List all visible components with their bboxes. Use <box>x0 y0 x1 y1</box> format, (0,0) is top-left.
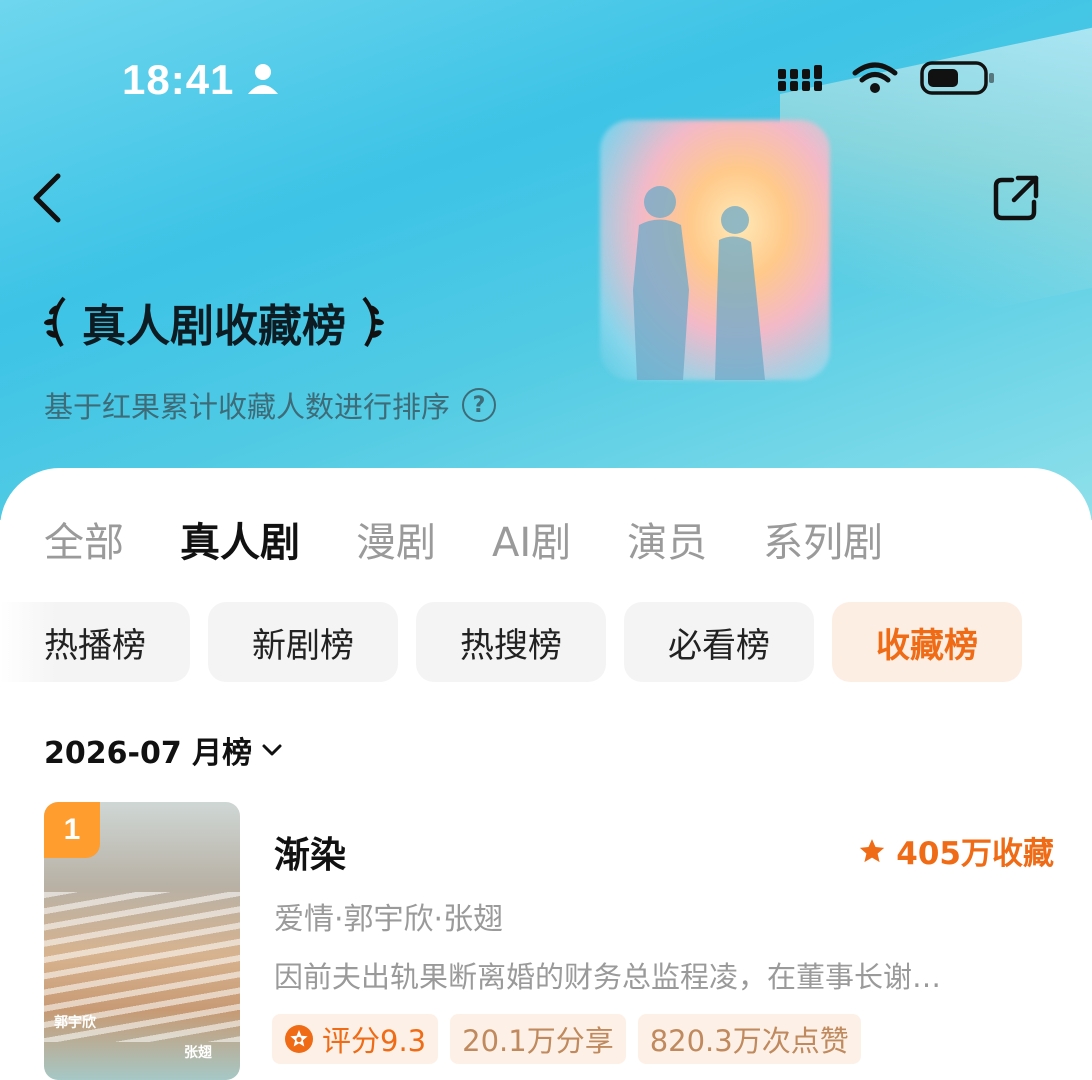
chip-new-drama[interactable]: 新剧榜 <box>208 602 398 682</box>
badge-star-icon <box>285 1025 313 1053</box>
page-subtitle: 基于红果累计收藏人数进行排序 <box>44 390 451 424</box>
collection-count: 405万收藏 <box>858 828 1054 873</box>
drama-description: 因前夫出轨果断离婚的财务总监程凌，在董事长谢… <box>274 960 942 994</box>
tab-series[interactable]: 系列剧 <box>763 510 883 568</box>
chip-hot-play[interactable]: 热播榜 <box>0 602 190 682</box>
hero-banner: 18:41 真人剧收藏榜 基于红果累计收藏人数进行排序 ? <box>0 0 1092 520</box>
ranking-chips: 热播榜 新剧榜 热搜榜 必看榜 收藏榜 <box>0 602 1040 682</box>
chip-must-watch[interactable]: 必看榜 <box>624 602 814 682</box>
title-row: 真人剧收藏榜 <box>40 290 388 354</box>
laurel-right-icon <box>362 296 384 348</box>
chevron-down-icon <box>262 744 282 756</box>
score-tag: 评分9.3 <box>272 1014 439 1064</box>
share-icon[interactable] <box>990 172 1042 224</box>
tab-ai-drama[interactable]: AI剧 <box>492 510 571 568</box>
poster-name-left: 郭宇欣 <box>54 1015 96 1031</box>
battery-icon <box>920 61 994 95</box>
share-count-tag: 20.1万分享 <box>450 1014 626 1064</box>
drama-title[interactable]: 渐染 <box>274 826 346 878</box>
score-text: 评分9.3 <box>322 1024 427 1058</box>
collection-text: 405万收藏 <box>896 836 1054 872</box>
star-icon <box>860 838 885 862</box>
drama-tags: 评分9.3 20.1万分享 820.3万次点赞 <box>272 1014 861 1064</box>
tab-all[interactable]: 全部 <box>44 510 124 568</box>
couple-silhouette <box>633 186 765 380</box>
period-selector[interactable]: 2026-07 月榜 <box>44 728 284 772</box>
chip-collections[interactable]: 收藏榜 <box>832 602 1022 682</box>
rank-badge: 1 <box>44 802 100 858</box>
poster-name-right: 张翅 <box>184 1045 212 1061</box>
chip-hot-search[interactable]: 热搜榜 <box>416 602 606 682</box>
drama-meta: 爱情·郭宇欣·张翅 <box>274 902 504 937</box>
category-tabs: 全部 真人剧 漫剧 AI剧 演员 系列剧 <box>44 510 939 568</box>
drama-poster[interactable]: 郭宇欣 张翅 1 <box>44 802 240 1080</box>
period-label: 2026-07 月榜 <box>44 736 253 771</box>
like-count-tag: 820.3万次点赞 <box>637 1014 861 1064</box>
tab-comic-drama[interactable]: 漫剧 <box>356 510 436 568</box>
page-title: 真人剧收藏榜 <box>82 301 346 352</box>
user-icon <box>248 64 278 94</box>
wifi-icon <box>852 62 898 93</box>
signal-icon <box>778 65 822 91</box>
tab-actors[interactable]: 演员 <box>627 510 707 568</box>
tab-live-action[interactable]: 真人剧 <box>180 510 300 568</box>
help-icon[interactable]: ? <box>462 388 497 422</box>
laurel-left-icon <box>44 296 66 348</box>
status-time: 18:41 <box>122 56 235 103</box>
list-item[interactable]: 郭宇欣 张翅 1 渐染 405万收藏 爱情·郭宇欣·张翅 因前夫出轨果断离婚的财… <box>44 802 1054 1080</box>
back-arrow-icon[interactable] <box>28 170 68 226</box>
